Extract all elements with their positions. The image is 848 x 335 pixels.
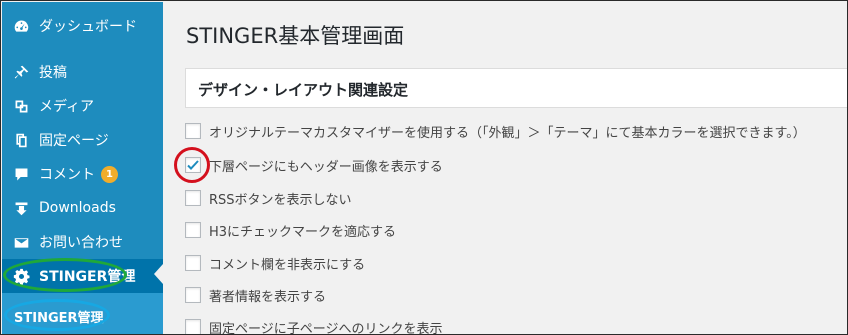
option-author-info[interactable]: 著者情報を表示する bbox=[185, 286, 327, 305]
sidebar-item-dashboard[interactable]: ダッシュボード bbox=[2, 9, 163, 43]
page-icon bbox=[11, 130, 31, 150]
sidebar-item-label: メディア bbox=[39, 99, 95, 115]
pin-icon bbox=[11, 62, 31, 82]
checkbox[interactable] bbox=[185, 123, 201, 139]
dashboard-icon bbox=[11, 16, 31, 36]
active-indicator-arrow bbox=[154, 264, 163, 284]
sidebar-item-pages[interactable]: 固定ページ bbox=[2, 123, 163, 157]
sidebar-item-contact[interactable]: お問い合わせ bbox=[2, 225, 163, 259]
option-label: RSSボタンを表示しない bbox=[209, 192, 352, 208]
sidebar-item-label: お問い合わせ bbox=[39, 235, 123, 251]
comment-count-badge: 1 bbox=[101, 165, 118, 183]
annotation-red-circle bbox=[174, 147, 210, 183]
checkbox[interactable] bbox=[185, 287, 201, 303]
option-label: H3にチェックマークを適応する bbox=[209, 224, 397, 240]
option-label: オリジナルテーマカスタマイザーを使用する（「外観」＞「テーマ」にて基本カラーを選… bbox=[209, 125, 806, 141]
option-label: 著者情報を表示する bbox=[209, 289, 327, 305]
checkbox[interactable] bbox=[185, 319, 201, 334]
sidebar-item-downloads[interactable]: Downloads bbox=[2, 191, 163, 225]
option-hide-comments[interactable]: コメント欄を非表示にする bbox=[185, 254, 366, 273]
screenshot-frame: ダッシュボード 投稿 メディア 固定ページ コメント 1 Downloads お… bbox=[0, 0, 848, 335]
sidebar-item-label: Downloads bbox=[39, 200, 116, 216]
section-title: デザイン・レイアウト関連設定 bbox=[198, 81, 409, 99]
sidebar-item-label: 固定ページ bbox=[39, 133, 109, 149]
checkbox[interactable] bbox=[185, 222, 201, 238]
sidebar-item-label: コメント bbox=[39, 167, 95, 183]
mail-icon bbox=[11, 232, 31, 252]
main-content: STINGER基本管理画面 デザイン・レイアウト関連設定 オリジナルテーマカスタ… bbox=[163, 2, 847, 335]
settings-section-header: デザイン・レイアウト関連設定 bbox=[185, 68, 847, 108]
sidebar-item-label: ダッシュボード bbox=[39, 19, 137, 35]
download-icon bbox=[11, 198, 31, 218]
sidebar-item-comments[interactable]: コメント 1 bbox=[2, 157, 163, 191]
option-h3-checkmark[interactable]: H3にチェックマークを適応する bbox=[185, 221, 397, 240]
option-hide-rss[interactable]: RSSボタンを表示しない bbox=[185, 189, 352, 208]
sidebar-item-posts[interactable]: 投稿 bbox=[2, 55, 163, 89]
checkbox[interactable] bbox=[185, 190, 201, 206]
option-label: 固定ページに子ページへのリンクを表示 bbox=[209, 321, 443, 335]
page-title: STINGER基本管理画面 bbox=[186, 24, 405, 48]
media-icon bbox=[11, 96, 31, 116]
sidebar-item-media[interactable]: メディア bbox=[2, 89, 163, 123]
checkbox[interactable] bbox=[185, 255, 201, 271]
annotation-green-oval bbox=[3, 258, 127, 292]
option-label: コメント欄を非表示にする bbox=[209, 257, 366, 273]
option-child-page-links[interactable]: 固定ページに子ページへのリンクを表示 bbox=[185, 318, 443, 335]
comment-icon bbox=[11, 164, 31, 184]
option-label: 下層ページにもヘッダー画像を表示する bbox=[209, 159, 443, 175]
sidebar-item-label: 投稿 bbox=[39, 65, 67, 81]
option-subpage-header-image[interactable]: 下層ページにもヘッダー画像を表示する bbox=[185, 156, 443, 175]
annotation-blue-oval bbox=[4, 299, 110, 331]
option-theme-customizer[interactable]: オリジナルテーマカスタマイザーを使用する（「外観」＞「テーマ」にて基本カラーを選… bbox=[185, 122, 806, 141]
